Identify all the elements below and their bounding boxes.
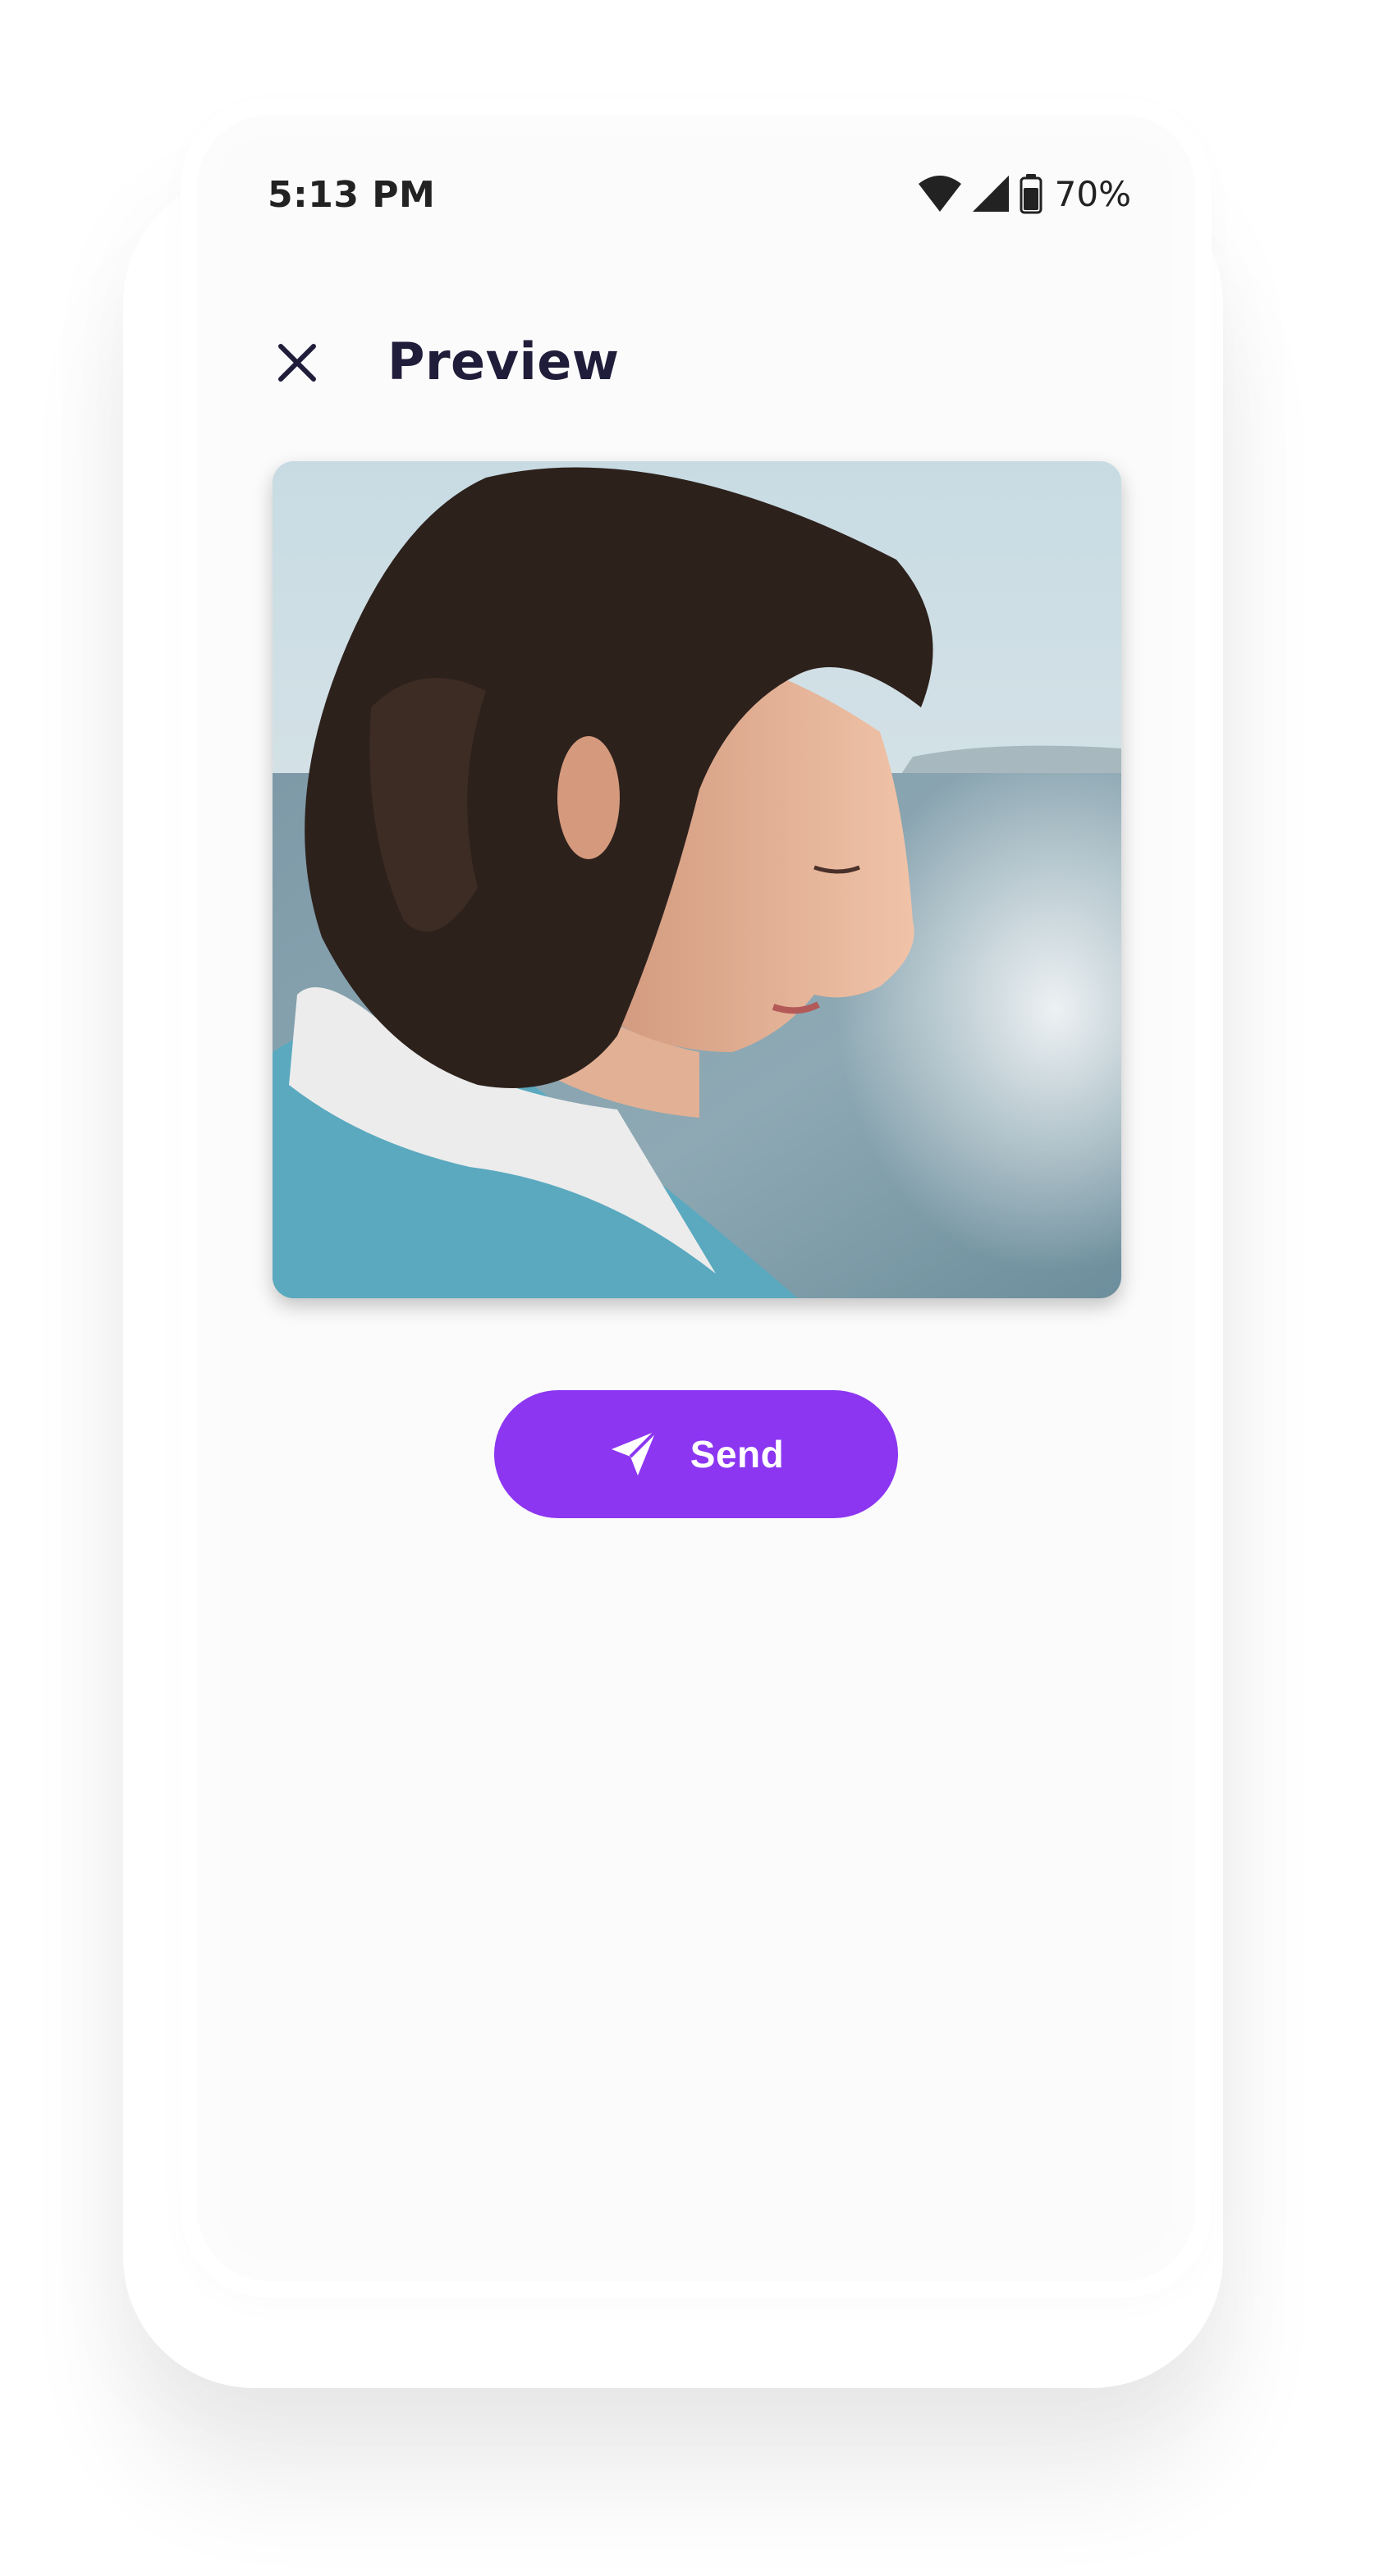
send-label: Send [690, 1433, 785, 1476]
status-icons: 70% [917, 171, 1131, 217]
wifi-icon [917, 174, 963, 213]
app-bar: Preview [218, 309, 1174, 415]
screen: 5:13 PM 70% Preview Send [218, 136, 1174, 2260]
send-icon [608, 1428, 659, 1481]
cell-signal-icon [971, 174, 1010, 213]
status-time: 5:13 PM [268, 174, 436, 216]
send-button[interactable]: Send [494, 1390, 898, 1518]
close-button[interactable] [258, 325, 337, 404]
preview-photo [273, 461, 1121, 1298]
phone-frame: 5:13 PM 70% Preview Send [197, 115, 1195, 2281]
canvas: 5:13 PM 70% Preview Send [0, 0, 1393, 2576]
close-icon [276, 341, 318, 387]
page-title: Preview [387, 332, 620, 391]
battery-percentage: 70% [1054, 173, 1131, 214]
preview-image [273, 461, 1121, 1298]
status-bar: 5:13 PM 70% [218, 136, 1174, 251]
battery-icon [1019, 173, 1043, 214]
